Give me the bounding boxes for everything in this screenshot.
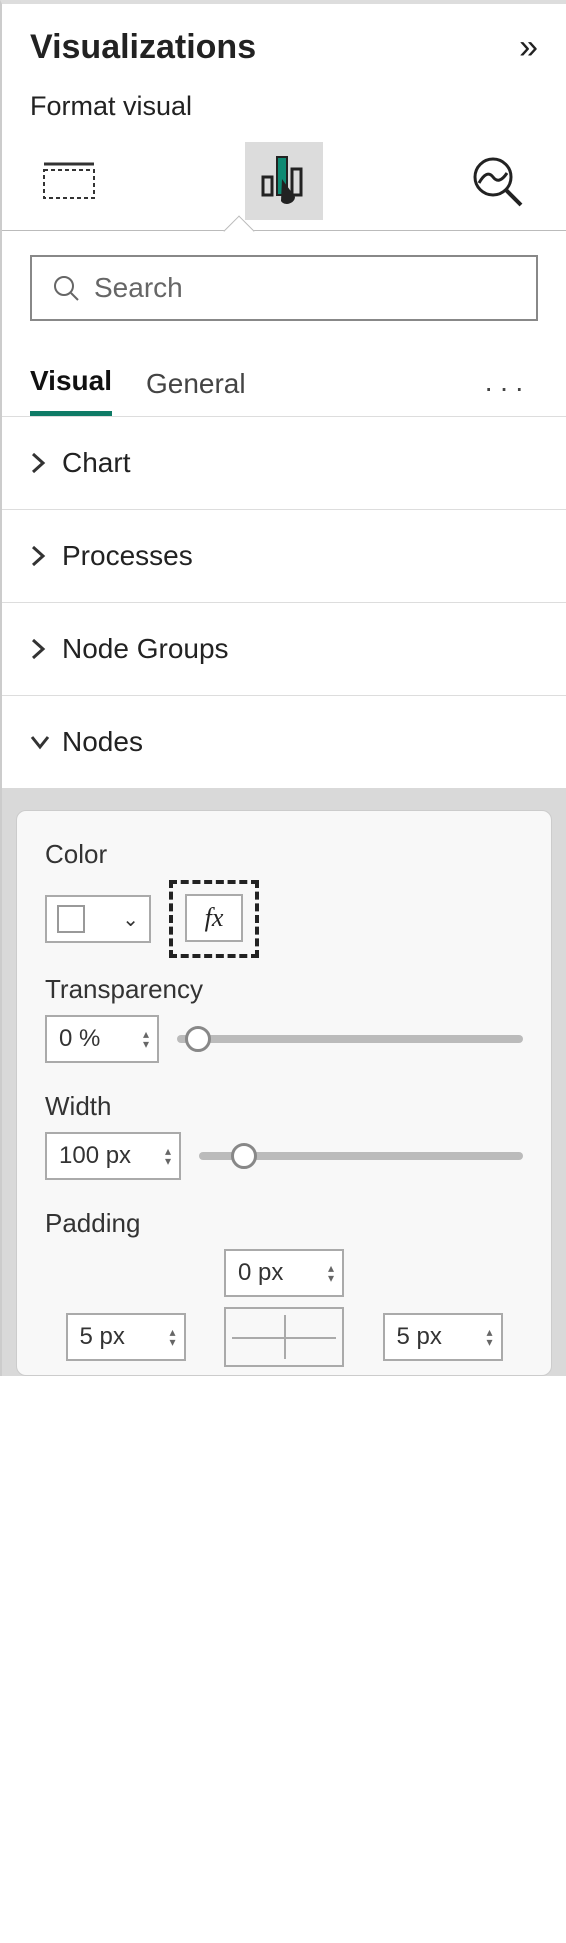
- color-swatch: [57, 905, 85, 933]
- section-processes[interactable]: Processes: [2, 510, 566, 603]
- nodes-panel-wrap: Color ⌄ fx Transparency 0 % ▴▾ Width 100…: [2, 788, 566, 1376]
- section-label: Nodes: [62, 726, 143, 758]
- chevron-down-icon: ⌄: [122, 907, 139, 932]
- chevron-right-icon: [30, 545, 48, 567]
- tab-visual[interactable]: Visual: [30, 359, 112, 416]
- padding-label: Padding: [45, 1208, 523, 1239]
- width-label: Width: [45, 1091, 523, 1122]
- nodes-panel: Color ⌄ fx Transparency 0 % ▴▾ Width 100…: [16, 810, 552, 1376]
- section-nodes[interactable]: Nodes: [2, 696, 566, 788]
- slider-thumb[interactable]: [185, 1026, 211, 1052]
- padding-right-input[interactable]: 5 px ▴▾: [383, 1313, 503, 1361]
- padding-left-value: 5 px: [80, 1323, 125, 1351]
- padding-box-icon: [224, 1307, 344, 1367]
- padding-right-value: 5 px: [397, 1323, 442, 1351]
- chevron-down-icon: [30, 734, 48, 750]
- color-label: Color: [45, 839, 523, 870]
- spinner-icon[interactable]: ▴▾: [486, 1327, 492, 1347]
- format-mode-tabs: [2, 132, 566, 230]
- width-value: 100 px: [59, 1142, 131, 1170]
- spinner-icon[interactable]: ▴▾: [165, 1146, 171, 1166]
- slider-thumb[interactable]: [231, 1143, 257, 1169]
- analytics-tab[interactable]: [460, 142, 538, 220]
- collapse-panel-icon[interactable]: »: [519, 28, 538, 67]
- color-dropdown[interactable]: ⌄: [45, 895, 151, 943]
- width-input[interactable]: 100 px ▴▾: [45, 1132, 181, 1180]
- spinner-icon[interactable]: ▴▾: [328, 1263, 334, 1283]
- padding-left-input[interactable]: 5 px ▴▾: [66, 1313, 186, 1361]
- spinner-icon[interactable]: ▴▾: [169, 1327, 175, 1347]
- panel-title: Visualizations: [30, 28, 256, 67]
- chevron-right-icon: [30, 638, 48, 660]
- width-slider[interactable]: [199, 1152, 523, 1160]
- format-visual-tab[interactable]: [245, 142, 323, 220]
- build-visual-tab[interactable]: [30, 142, 108, 220]
- search-icon: [52, 274, 80, 302]
- search-placeholder: Search: [94, 272, 183, 304]
- highlight-frame: fx: [169, 880, 259, 958]
- section-node-groups[interactable]: Node Groups: [2, 603, 566, 696]
- panel-subtitle: Format visual: [2, 77, 566, 132]
- format-tabs: Visual General ···: [2, 331, 566, 417]
- section-label: Node Groups: [62, 633, 229, 665]
- section-label: Processes: [62, 540, 193, 572]
- spinner-icon[interactable]: ▴▾: [143, 1029, 149, 1049]
- transparency-value: 0 %: [59, 1025, 100, 1053]
- more-options-icon[interactable]: ···: [484, 372, 538, 404]
- transparency-label: Transparency: [45, 974, 523, 1005]
- tab-general[interactable]: General: [146, 362, 246, 414]
- padding-top-value: 0 px: [238, 1259, 283, 1287]
- chevron-right-icon: [30, 452, 48, 474]
- transparency-input[interactable]: 0 % ▴▾: [45, 1015, 159, 1063]
- padding-top-input[interactable]: 0 px ▴▾: [224, 1249, 344, 1297]
- section-chart[interactable]: Chart: [2, 417, 566, 510]
- divider: [2, 230, 566, 231]
- section-label: Chart: [62, 447, 130, 479]
- search-input[interactable]: Search: [30, 255, 538, 321]
- fx-button[interactable]: fx: [185, 894, 243, 942]
- transparency-slider[interactable]: [177, 1035, 523, 1043]
- panel-header: Visualizations »: [2, 4, 566, 77]
